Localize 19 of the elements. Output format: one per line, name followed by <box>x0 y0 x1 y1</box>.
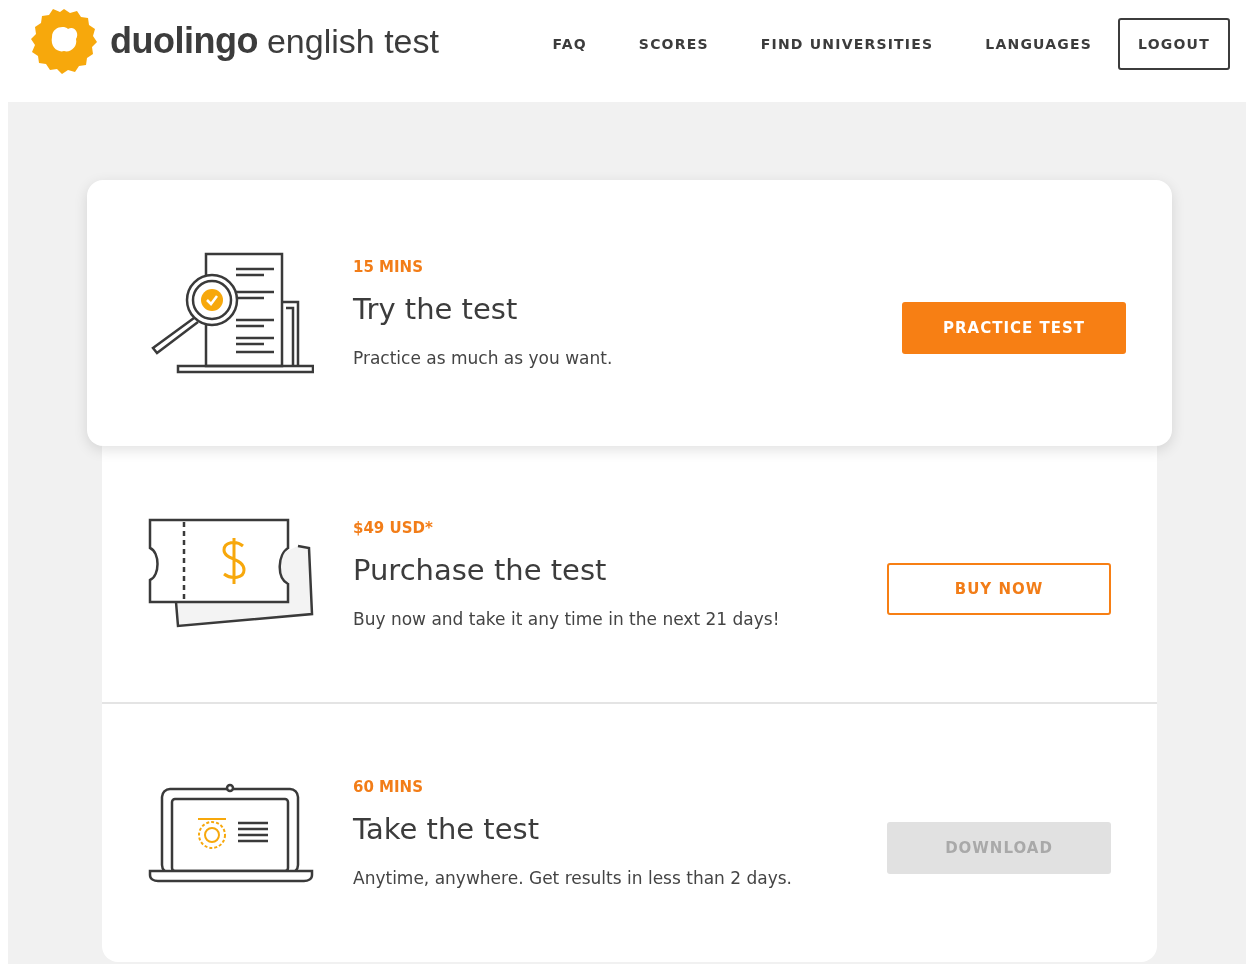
step-tag: 60 MINS <box>353 778 887 796</box>
nav-link[interactable]: FAQ <box>552 36 587 52</box>
step-title: Take the test <box>353 812 540 846</box>
nav-link[interactable]: LANGUAGES <box>985 36 1092 52</box>
logout-button[interactable]: LOGOUT <box>1118 18 1230 70</box>
step-description: Buy now and take it any time in the next 21 days! <box>353 609 781 629</box>
step-title: Try the test <box>353 292 519 326</box>
step-tag: $49 USD* <box>353 519 887 537</box>
laptop-icon <box>148 783 314 883</box>
step-title: Purchase the test <box>353 553 608 587</box>
step-description: Practice as much as you want. <box>353 348 614 368</box>
step-tag: 15 MINS <box>353 258 902 276</box>
logo-product: english test <box>266 21 439 61</box>
step-description: Anytime, anywhere. Get results in less than 2 days. <box>353 868 793 888</box>
nav-link[interactable]: FIND UNIVERSITIES <box>760 36 934 52</box>
ticket-icon <box>148 518 314 630</box>
nav-link[interactable]: SCORES <box>638 36 709 52</box>
logo-icon <box>30 7 98 75</box>
logo-brand: duolingo <box>110 20 258 62</box>
